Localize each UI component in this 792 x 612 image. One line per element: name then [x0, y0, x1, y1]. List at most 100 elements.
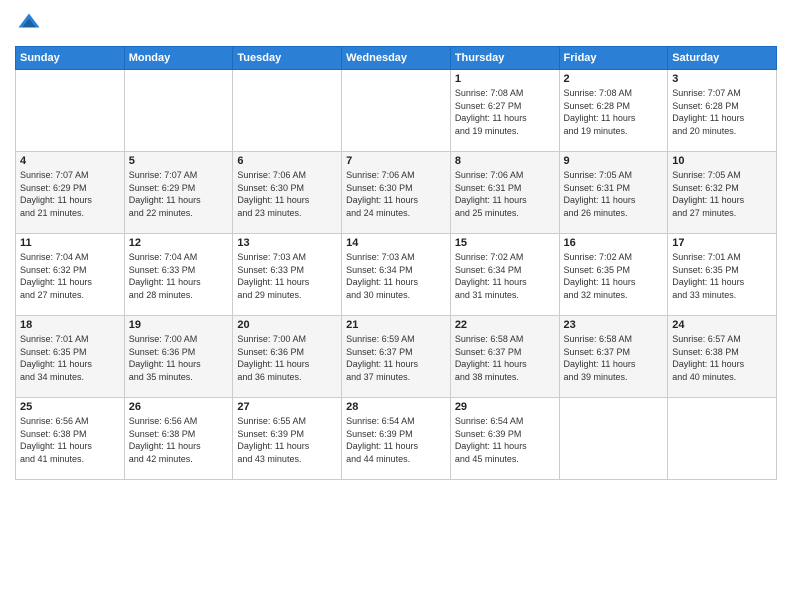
day-info: Sunrise: 6:57 AMSunset: 6:38 PMDaylight:… — [672, 333, 772, 383]
day-number: 6 — [237, 155, 337, 167]
day-info: Sunrise: 7:02 AMSunset: 6:35 PMDaylight:… — [564, 251, 664, 301]
calendar-cell: 18 Sunrise: 7:01 AMSunset: 6:35 PMDayligh… — [16, 316, 125, 398]
day-number: 10 — [672, 155, 772, 167]
calendar-cell: 8 Sunrise: 7:06 AMSunset: 6:31 PMDaylight… — [450, 152, 559, 234]
day-number: 12 — [129, 237, 229, 249]
calendar-header-row: SundayMondayTuesdayWednesdayThursdayFrid… — [16, 47, 777, 70]
calendar-weekday-monday: Monday — [124, 47, 233, 70]
calendar-cell — [233, 70, 342, 152]
day-number: 2 — [564, 73, 664, 85]
day-info: Sunrise: 7:07 AMSunset: 6:29 PMDaylight:… — [129, 169, 229, 219]
day-number: 1 — [455, 73, 555, 85]
calendar-cell — [16, 70, 125, 152]
calendar-cell: 12 Sunrise: 7:04 AMSunset: 6:33 PMDayligh… — [124, 234, 233, 316]
calendar-cell: 15 Sunrise: 7:02 AMSunset: 6:34 PMDayligh… — [450, 234, 559, 316]
calendar-week-row: 11 Sunrise: 7:04 AMSunset: 6:32 PMDayligh… — [16, 234, 777, 316]
calendar-cell: 24Sunrise: 6:57 AMSunset: 6:38 PMDayligh… — [668, 316, 777, 398]
day-number: 7 — [346, 155, 446, 167]
day-info: Sunrise: 6:58 AMSunset: 6:37 PMDaylight:… — [455, 333, 555, 383]
calendar-week-row: 25 Sunrise: 6:56 AMSunset: 6:38 PMDayligh… — [16, 398, 777, 480]
day-number: 15 — [455, 237, 555, 249]
logo — [15, 10, 47, 38]
day-info: Sunrise: 6:55 AMSunset: 6:39 PMDaylight:… — [237, 415, 337, 465]
day-info: Sunrise: 7:04 AMSunset: 6:33 PMDaylight:… — [129, 251, 229, 301]
day-number: 3 — [672, 73, 772, 85]
calendar-weekday-thursday: Thursday — [450, 47, 559, 70]
calendar-cell: 28Sunrise: 6:54 AMSunset: 6:39 PMDayligh… — [342, 398, 451, 480]
calendar-cell: 29 Sunrise: 6:54 AMSunset: 6:39 PMDayligh… — [450, 398, 559, 480]
day-info: Sunrise: 7:02 AMSunset: 6:34 PMDaylight:… — [455, 251, 555, 301]
day-info: Sunrise: 7:05 AMSunset: 6:32 PMDaylight:… — [672, 169, 772, 219]
day-info: Sunrise: 7:04 AMSunset: 6:32 PMDaylight:… — [20, 251, 120, 301]
day-info: Sunrise: 7:00 AMSunset: 6:36 PMDaylight:… — [237, 333, 337, 383]
day-info: Sunrise: 6:59 AMSunset: 6:37 PMDaylight:… — [346, 333, 446, 383]
calendar-cell: 27Sunrise: 6:55 AMSunset: 6:39 PMDayligh… — [233, 398, 342, 480]
day-info: Sunrise: 7:08 AMSunset: 6:27 PMDaylight:… — [455, 87, 555, 137]
day-number: 4 — [20, 155, 120, 167]
day-number: 21 — [346, 319, 446, 331]
calendar-week-row: 1 Sunrise: 7:08 AMSunset: 6:27 PMDaylight… — [16, 70, 777, 152]
calendar-cell: 22 Sunrise: 6:58 AMSunset: 6:37 PMDayligh… — [450, 316, 559, 398]
day-number: 22 — [455, 319, 555, 331]
day-info: Sunrise: 7:07 AMSunset: 6:28 PMDaylight:… — [672, 87, 772, 137]
calendar-cell — [342, 70, 451, 152]
day-info: Sunrise: 7:07 AMSunset: 6:29 PMDaylight:… — [20, 169, 120, 219]
day-number: 25 — [20, 401, 120, 413]
day-info: Sunrise: 7:06 AMSunset: 6:31 PMDaylight:… — [455, 169, 555, 219]
day-info: Sunrise: 6:54 AMSunset: 6:39 PMDaylight:… — [346, 415, 446, 465]
calendar-cell: 6 Sunrise: 7:06 AMSunset: 6:30 PMDaylight… — [233, 152, 342, 234]
day-number: 17 — [672, 237, 772, 249]
day-number: 29 — [455, 401, 555, 413]
day-number: 9 — [564, 155, 664, 167]
calendar-cell: 13Sunrise: 7:03 AMSunset: 6:33 PMDayligh… — [233, 234, 342, 316]
calendar-cell: 2Sunrise: 7:08 AMSunset: 6:28 PMDaylight… — [559, 70, 668, 152]
day-info: Sunrise: 6:56 AMSunset: 6:38 PMDaylight:… — [20, 415, 120, 465]
day-number: 19 — [129, 319, 229, 331]
calendar-cell: 16 Sunrise: 7:02 AMSunset: 6:35 PMDayligh… — [559, 234, 668, 316]
calendar-cell: 10 Sunrise: 7:05 AMSunset: 6:32 PMDayligh… — [668, 152, 777, 234]
calendar-week-row: 4 Sunrise: 7:07 AMSunset: 6:29 PMDaylight… — [16, 152, 777, 234]
calendar-cell: 9Sunrise: 7:05 AMSunset: 6:31 PMDaylight… — [559, 152, 668, 234]
day-number: 11 — [20, 237, 120, 249]
day-number: 14 — [346, 237, 446, 249]
calendar-cell: 11 Sunrise: 7:04 AMSunset: 6:32 PMDayligh… — [16, 234, 125, 316]
calendar-cell: 17 Sunrise: 7:01 AMSunset: 6:35 PMDayligh… — [668, 234, 777, 316]
page-header — [15, 10, 777, 38]
day-number: 23 — [564, 319, 664, 331]
day-number: 16 — [564, 237, 664, 249]
day-info: Sunrise: 6:54 AMSunset: 6:39 PMDaylight:… — [455, 415, 555, 465]
calendar-cell: 14 Sunrise: 7:03 AMSunset: 6:34 PMDayligh… — [342, 234, 451, 316]
day-info: Sunrise: 7:01 AMSunset: 6:35 PMDaylight:… — [672, 251, 772, 301]
calendar-table: SundayMondayTuesdayWednesdayThursdayFrid… — [15, 46, 777, 480]
calendar-cell: 1 Sunrise: 7:08 AMSunset: 6:27 PMDaylight… — [450, 70, 559, 152]
day-number: 13 — [237, 237, 337, 249]
day-number: 5 — [129, 155, 229, 167]
day-info: Sunrise: 7:00 AMSunset: 6:36 PMDaylight:… — [129, 333, 229, 383]
calendar-weekday-tuesday: Tuesday — [233, 47, 342, 70]
calendar-cell: 3 Sunrise: 7:07 AMSunset: 6:28 PMDaylight… — [668, 70, 777, 152]
calendar-cell — [124, 70, 233, 152]
day-info: Sunrise: 6:58 AMSunset: 6:37 PMDaylight:… — [564, 333, 664, 383]
calendar-cell: 19 Sunrise: 7:00 AMSunset: 6:36 PMDayligh… — [124, 316, 233, 398]
calendar-cell: 25 Sunrise: 6:56 AMSunset: 6:38 PMDayligh… — [16, 398, 125, 480]
calendar-cell: 7 Sunrise: 7:06 AMSunset: 6:30 PMDaylight… — [342, 152, 451, 234]
calendar-cell: 21 Sunrise: 6:59 AMSunset: 6:37 PMDayligh… — [342, 316, 451, 398]
calendar-cell: 4 Sunrise: 7:07 AMSunset: 6:29 PMDaylight… — [16, 152, 125, 234]
day-info: Sunrise: 7:01 AMSunset: 6:35 PMDaylight:… — [20, 333, 120, 383]
day-number: 8 — [455, 155, 555, 167]
day-info: Sunrise: 7:06 AMSunset: 6:30 PMDaylight:… — [237, 169, 337, 219]
day-info: Sunrise: 7:03 AMSunset: 6:34 PMDaylight:… — [346, 251, 446, 301]
calendar-weekday-saturday: Saturday — [668, 47, 777, 70]
logo-icon — [15, 10, 43, 38]
calendar-cell: 26Sunrise: 6:56 AMSunset: 6:38 PMDayligh… — [124, 398, 233, 480]
calendar-cell — [559, 398, 668, 480]
calendar-cell: 23 Sunrise: 6:58 AMSunset: 6:37 PMDayligh… — [559, 316, 668, 398]
calendar-weekday-friday: Friday — [559, 47, 668, 70]
calendar-week-row: 18 Sunrise: 7:01 AMSunset: 6:35 PMDayligh… — [16, 316, 777, 398]
calendar-weekday-sunday: Sunday — [16, 47, 125, 70]
day-number: 18 — [20, 319, 120, 331]
calendar-cell — [668, 398, 777, 480]
day-info: Sunrise: 6:56 AMSunset: 6:38 PMDaylight:… — [129, 415, 229, 465]
calendar-weekday-wednesday: Wednesday — [342, 47, 451, 70]
day-info: Sunrise: 7:06 AMSunset: 6:30 PMDaylight:… — [346, 169, 446, 219]
